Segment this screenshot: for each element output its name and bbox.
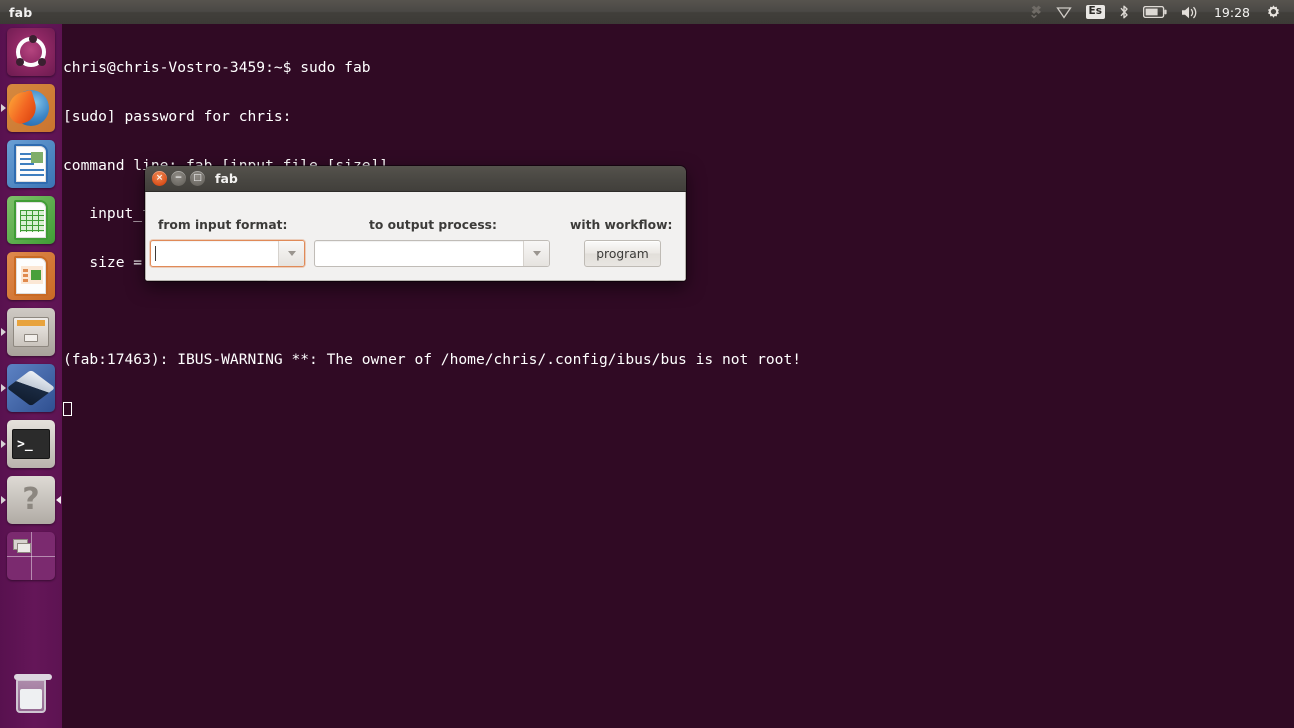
dropbox-icon[interactable]	[1020, 0, 1048, 24]
files-icon	[7, 308, 55, 356]
quit-button[interactable]: quit	[593, 280, 670, 281]
sidebar-item-trash[interactable]	[0, 668, 62, 724]
sidebar-item-terminal[interactable]: >_	[0, 416, 62, 472]
sidebar-item-calc[interactable]	[0, 192, 62, 248]
sidebar-item-dash[interactable]	[0, 24, 62, 80]
output-process-field[interactable]	[315, 241, 523, 266]
output-process-label: to output process:	[369, 218, 497, 232]
running-pip-icon	[1, 496, 6, 504]
running-pip-icon	[1, 104, 6, 112]
help-icon: ?	[7, 476, 55, 524]
panel-indicator-area: Es 19:28	[1020, 0, 1294, 24]
fab-dialog-window[interactable]: × − □ fab from input format: to output p…	[145, 166, 686, 281]
launcher-sidebar: >_ ?	[0, 24, 62, 728]
libreoffice-impress-icon	[7, 252, 55, 300]
focused-pip-icon	[56, 496, 61, 504]
panel-window-title[interactable]: fab	[9, 5, 32, 20]
output-process-combobox[interactable]	[314, 240, 550, 267]
fab-dialog-body: from input format: to output process: wi…	[145, 192, 686, 281]
close-icon[interactable]: ×	[152, 171, 167, 186]
sidebar-item-files[interactable]	[0, 304, 62, 360]
sidebar-item-impress[interactable]	[0, 248, 62, 304]
terminal-line: chris@chris-Vostro-3459:~$ sudo fab	[63, 59, 371, 77]
running-pip-icon	[1, 440, 6, 448]
top-panel: fab Es 19:28	[0, 0, 1294, 24]
fab-window-title: fab	[215, 171, 238, 186]
input-format-combobox[interactable]	[150, 240, 305, 267]
terminal-line: (fab:17463): IBUS-WARNING **: The owner …	[63, 350, 802, 368]
clock-indicator[interactable]: 19:28	[1207, 5, 1257, 20]
maximize-glyph: □	[193, 173, 202, 183]
gui-size-input[interactable]: 400	[266, 280, 352, 281]
maximize-icon[interactable]: □	[190, 171, 205, 186]
sidebar-item-firefox[interactable]	[0, 80, 62, 136]
program-button[interactable]: program	[584, 240, 661, 267]
gear-icon[interactable]	[1259, 0, 1288, 24]
terminal-icon: >_	[7, 420, 55, 468]
keyboard-layout-icon[interactable]: Es	[1080, 0, 1111, 24]
running-pip-icon	[1, 328, 6, 336]
terminal-line: [sudo] password for chris:	[63, 108, 292, 125]
libreoffice-calc-icon	[7, 196, 55, 244]
sidebar-item-writer[interactable]	[0, 136, 62, 192]
virtualbox-icon	[7, 364, 55, 412]
libreoffice-writer-icon	[7, 140, 55, 188]
workspace-switcher-icon	[7, 532, 55, 580]
bluetooth-icon[interactable]	[1113, 0, 1135, 24]
minimize-glyph: −	[174, 173, 183, 183]
sidebar-item-virtualbox[interactable]	[0, 360, 62, 416]
text-cursor	[155, 246, 156, 261]
minimize-icon[interactable]: −	[171, 171, 186, 186]
chevron-down-icon[interactable]	[523, 241, 549, 266]
terminal-window[interactable]: chris@chris-Vostro-3459:~$ sudo fab [sud…	[62, 24, 1294, 728]
sidebar-item-workspace-switcher[interactable]	[0, 528, 62, 584]
keyboard-layout-label: Es	[1085, 5, 1105, 19]
ubuntu-dash-icon	[7, 28, 55, 76]
input-format-label: from input format:	[158, 218, 288, 232]
sidebar-item-help[interactable]: ?	[0, 472, 62, 528]
firefox-icon	[7, 84, 55, 132]
wifi-icon[interactable]	[1050, 0, 1078, 24]
trash-icon	[7, 672, 55, 720]
volume-icon[interactable]	[1175, 0, 1205, 24]
input-format-field[interactable]	[151, 241, 278, 266]
chevron-down-icon[interactable]	[278, 241, 304, 266]
terminal-cursor	[63, 401, 1294, 417]
fab-titlebar[interactable]: × − □ fab	[145, 166, 686, 192]
workflow-label: with workflow:	[570, 218, 673, 232]
close-glyph: ×	[155, 173, 164, 183]
running-pip-icon	[1, 384, 6, 392]
battery-icon[interactable]	[1137, 0, 1173, 24]
